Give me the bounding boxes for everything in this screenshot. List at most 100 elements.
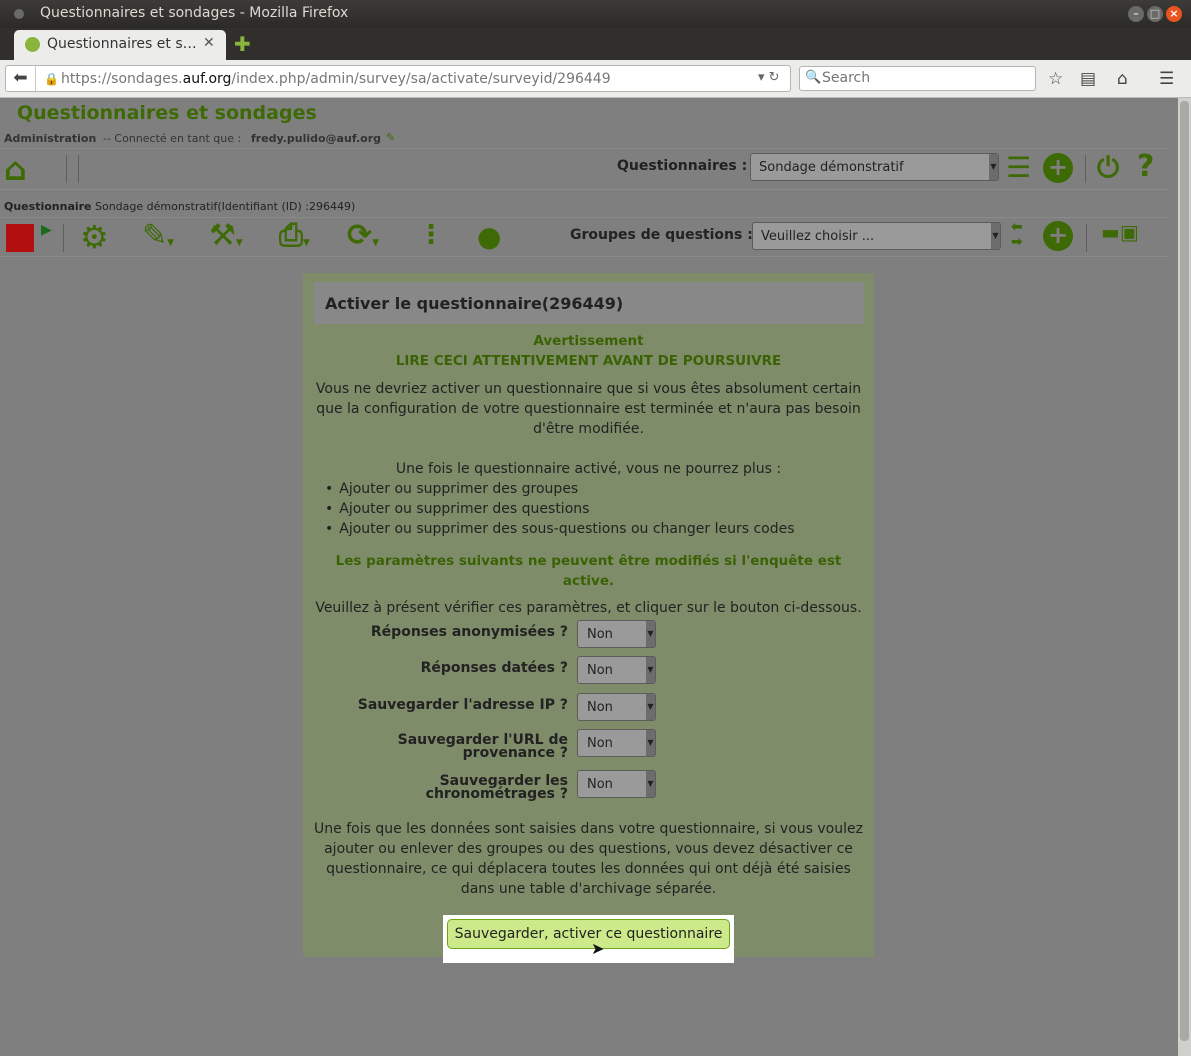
list-item: Ajouter ou supprimer des groupes [325,479,795,499]
setting-select[interactable]: Non ▼ [577,656,656,684]
participants-icon[interactable]: ● [477,220,501,253]
chevron-down-icon: ▼ [991,223,1000,249]
setting-label: Sauvegarder l'URL de provenance ? [397,732,568,761]
navigation-bar: ⬅ 🔒 https://sondages.auf.org/index.php/a… [0,60,1191,98]
separator [1086,224,1087,252]
setting-select[interactable]: Non ▼ [577,729,656,757]
groups-select[interactable]: Veuillez choisir ... ▼ [752,222,1001,250]
separator [78,155,79,183]
url-text[interactable]: https://sondages.auf.org/index.php/admin… [61,71,611,87]
gear-icon[interactable]: ⚙ [80,218,109,256]
search-box[interactable]: 🔍 [799,66,1036,91]
bookmarks-list-icon[interactable]: ▤ [1080,69,1096,89]
stop-icon[interactable] [6,224,34,252]
chevron-down-icon: ▼ [646,730,655,756]
scrollbar-thumb[interactable] [1180,101,1189,1041]
responses-icon[interactable]: ⟳▼ [347,218,379,253]
separator [66,155,67,183]
lock-icon[interactable]: 🔒 [44,72,59,86]
activate-panel: Activer le questionnaire(296449) Avertis… [303,273,874,957]
survey-select-value: Sondage démonstratif [759,160,904,175]
chevron-down-icon: ▼ [646,657,655,683]
setting-row: Sauvegarder l'adresse IP ? Non ▼ [303,691,874,725]
list-item: Ajouter ou supprimer des sous-questions … [325,519,794,539]
hamburger-menu-icon[interactable]: ☰ [1159,69,1174,89]
url-bar[interactable]: ⬅ 🔒 https://sondages.auf.org/index.php/a… [5,65,791,93]
chevron-down-icon: ▼ [646,621,655,647]
browser-tab[interactable]: Questionnaires et s… ✕ [14,30,226,60]
page-scrollbar[interactable] [1178,98,1191,1056]
survey-select[interactable]: Sondage démonstratif ▼ [750,153,999,181]
setting-select-value: Non [587,700,613,715]
setting-label: Sauvegarder les chronométrages ? [425,773,568,802]
tab-bar: Questionnaires et s… ✕ ✚ [0,28,1191,60]
power-icon[interactable]: ⏻ [1097,151,1119,185]
intro-text: Vous ne devriez activer un questionnaire… [315,381,862,437]
add-survey-icon[interactable]: + [1043,153,1073,183]
setting-select[interactable]: Non ▼ [577,770,656,798]
main-toolbar: ⌂ Questionnaires : Sondage démonstratif ▼… [0,148,1168,190]
groups-label: Groupes de questions : [570,227,753,243]
layout-icon[interactable]: ▬▣ [1101,220,1139,244]
separator [63,224,64,252]
setting-label: Sauvegarder l'adresse IP ? [357,697,568,713]
add-group-icon[interactable]: + [1043,221,1073,251]
setting-label: Réponses datées ? [420,660,568,676]
window-titlebar: Questionnaires et sondages - Mozilla Fir… [0,0,1191,28]
list-icon[interactable]: ☰ [1006,151,1031,184]
minimize-icon[interactable]: – [1128,6,1144,22]
surveys-label: Questionnaires : [617,158,748,174]
chevron-down-icon: ▼ [646,694,655,720]
play-icon[interactable]: ▶ [41,222,52,238]
maximize-icon[interactable]: □ [1147,6,1163,22]
survey-label: Questionnaire [4,200,92,213]
search-input[interactable] [822,70,1027,86]
connected-text: -- Connecté en tant que : [103,132,242,145]
edit-pencil-icon[interactable]: ✎ [386,131,395,144]
tab-close-icon[interactable]: ✕ [203,35,215,51]
search-icon: 🔍 [805,70,822,85]
window-menu-icon[interactable] [14,9,24,19]
setting-label: Réponses anonymisées ? [370,624,568,640]
chevron-down-icon: ▼ [646,771,655,797]
activate-button-area: Sauvegarder, activer ce questionnaire ➤ [443,915,734,963]
setting-row: Réponses anonymisées ? Non ▼ [303,618,874,652]
reload-icon[interactable]: ▾ ↻ [758,70,780,85]
close-window-icon[interactable]: × [1166,6,1182,22]
setting-select-value: Non [587,627,613,642]
warning-title: Avertissement [533,333,644,349]
panel-title: Activer le questionnaire(296449) [314,282,864,324]
restrictions-list: Ajouter ou supprimer des groupes Ajouter… [325,479,795,539]
setting-row: Réponses datées ? Non ▼ [303,654,874,688]
tree-icon[interactable]: ⋮ [418,220,444,250]
chevron-down-icon: ▼ [989,154,998,180]
survey-bar: Questionnaire Sondage démonstratif(Ident… [0,198,1168,216]
mouse-cursor-icon: ➤ [591,939,605,958]
help-icon[interactable]: ? [1137,149,1154,184]
list-item: Ajouter ou supprimer des questions [325,499,795,519]
setting-row: Sauvegarder les chronométrages ? Non ▼ [303,768,874,802]
setting-select[interactable]: Non ▼ [577,693,656,721]
export-icon[interactable]: ⎙▼ [279,218,310,253]
setting-select[interactable]: Non ▼ [577,620,656,648]
survey-info-text: Sondage démonstratif(Identifiant (ID) :2… [95,200,356,213]
bookmark-star-icon[interactable]: ☆ [1048,69,1063,89]
setting-select-value: Non [587,736,613,751]
home-icon[interactable]: ⌂ [1117,69,1128,89]
tools-icon[interactable]: ⚒▼ [209,218,243,253]
move-arrows-icon[interactable]: ⬅ ➡ [1011,220,1023,250]
back-arrow-icon[interactable]: ⬅ [6,66,36,93]
home-icon[interactable]: ⌂ [4,151,27,187]
app-title: Questionnaires et sondages [17,102,317,124]
footer-text: Une fois que les données sont saisies da… [314,821,863,897]
separator [1085,155,1086,183]
user-name: fredy.pulido@auf.org [251,132,382,145]
admin-bar: Administration -- Connecté en tant que :… [0,129,1168,147]
new-tab-icon[interactable]: ✚ [234,32,251,56]
pencil-icon[interactable]: ✎▼ [142,218,174,253]
activate-survey-button[interactable]: Sauvegarder, activer ce questionnaire [447,919,730,949]
once-active-text: Une fois le questionnaire activé, vous n… [395,461,782,477]
admin-label[interactable]: Administration [4,132,96,145]
tab-favicon-icon [25,37,40,52]
check-text: Veuillez à présent vérifier ces paramètr… [315,600,862,616]
